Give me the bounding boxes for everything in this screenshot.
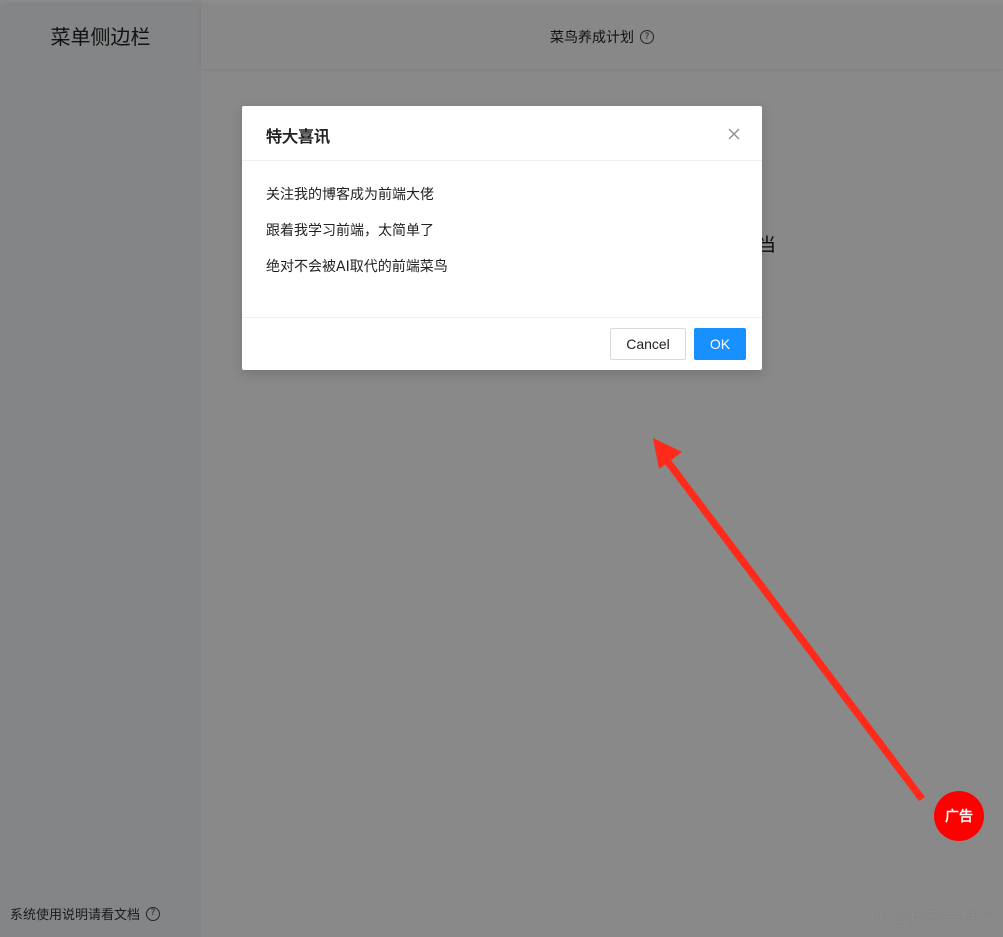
announcement-modal: 特大喜讯 关注我的博客成为前端大佬 跟着我学习前端，太简单了 绝对不会被AI取代… (242, 106, 762, 370)
modal-line: 绝对不会被AI取代的前端菜鸟 (266, 259, 448, 275)
modal-line: 关注我的博客成为前端大佬 (266, 187, 434, 203)
ad-badge[interactable]: 广告 (934, 791, 984, 841)
modal-footer: Cancel OK (242, 317, 762, 371)
modal-body: 关注我的博客成为前端大佬 跟着我学习前端，太简单了 绝对不会被AI取代的前端菜鸟 (266, 186, 448, 294)
app-window: 菜单侧边栏 系统使用说明请看文档 ? 菜鸟养成计划 ? 当 CSDN @我有一棵… (0, 0, 1003, 937)
modal-title: 特大喜讯 (266, 127, 331, 146)
close-icon[interactable] (728, 128, 740, 140)
modal-line: 跟着我学习前端，太简单了 (266, 223, 434, 239)
modal-header: 特大喜讯 (242, 106, 762, 161)
ok-button[interactable]: OK (694, 328, 746, 360)
cancel-button[interactable]: Cancel (610, 328, 686, 360)
